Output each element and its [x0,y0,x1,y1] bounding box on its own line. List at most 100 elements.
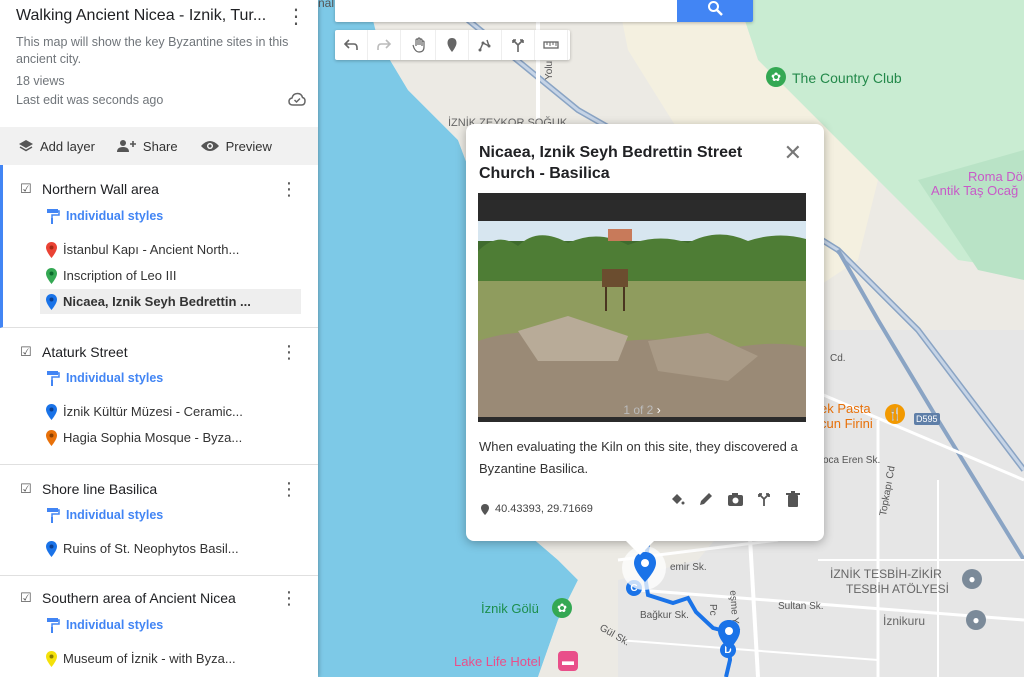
info-window: Nicaea, Iznik Seyh Bedrettin Street Chur… [466,124,824,555]
undo-button[interactable] [335,30,368,60]
map-label-country-club[interactable]: The Country Club [792,70,902,86]
list-item[interactable]: Museum of İznik - with Byza... [40,646,301,671]
street-label-4: emir Sk. [670,562,707,573]
search-box[interactable] [335,0,753,22]
delete-trash-icon[interactable] [784,490,802,508]
list-item-label: Hagia Sophia Mosque - Byza... [63,430,243,445]
paint-roller-icon [47,618,60,633]
highway-shield-label: D595 [916,414,938,424]
layer-options-icon[interactable]: ⋮ [280,588,298,609]
list-item-selected[interactable]: Nicaea, Iznik Seyh Bedrettin ... [40,289,301,314]
measure-button[interactable] [535,30,568,60]
street-label-5: Sultan Sk. [778,601,824,612]
blue-pin-icon [46,403,57,420]
map-label-pasta-2: cun Firini [820,416,873,431]
add-marker-button[interactable] [436,30,469,60]
map-views: 18 views [16,74,65,88]
place-photo[interactable]: 1 of 2 › [478,193,806,422]
park-icon[interactable]: ✿ [766,67,786,87]
list-item-label: Inscription of Leo III [63,268,177,283]
list-item-label: İznik Kültür Müzesi - Ceramic... [63,404,243,419]
chevron-right-icon[interactable]: › [657,403,661,417]
edit-pencil-icon[interactable] [697,490,715,508]
layers-icon [19,140,33,152]
search-button[interactable] [677,0,753,22]
hotel-icon[interactable]: ▬ [558,651,578,671]
camera-icon[interactable] [726,490,744,508]
add-person-icon [116,140,136,152]
preview-button[interactable]: Preview [200,139,272,154]
directions-icon [512,39,524,52]
map-pin-icon[interactable] [718,620,740,655]
map-title[interactable]: Walking Ancient Nicea - Iznik, Tur... [16,7,281,25]
layer-options-icon[interactable]: ⋮ [280,179,298,200]
share-button[interactable]: Share [116,138,178,154]
map-toolbar [335,30,570,60]
more-options-icon[interactable]: ⋮ [286,4,306,29]
list-item-label: Nicaea, Iznik Seyh Bedrettin ... [63,294,251,309]
layer-header[interactable]: ☑ Northern Wall area [20,181,159,197]
info-window-description: When evaluating the Kiln on this site, t… [479,439,798,476]
pan-hand-button[interactable] [403,30,436,60]
selected-map-pin-icon[interactable] [634,552,656,587]
street-label-2: oca Eren Sk. [823,455,881,466]
share-label: Share [142,138,178,154]
park-icon[interactable]: ✿ [552,598,572,618]
styles-label: Individual styles [66,508,164,522]
layer-name: Northern Wall area [42,181,159,197]
map-label-roma-1: Roma Dönem [968,169,1024,184]
individual-styles-link[interactable]: Individual styles [46,208,163,224]
layer-northern-wall: ☑ Northern Wall area ⋮ Individual styles… [0,165,318,328]
styles-label: Individual styles [66,209,164,223]
layer-header[interactable]: ☑ Shore line Basilica [20,481,157,497]
individual-styles-link[interactable]: Individual styles [46,617,163,633]
orange-pin-icon [46,429,57,446]
individual-styles-link[interactable]: Individual styles [46,370,163,386]
layer-options-icon[interactable]: ⋮ [280,479,298,500]
list-item[interactable]: İstanbul Kapı - Ancient North... [40,237,301,262]
paint-roller-icon [47,508,60,523]
map-canvas[interactable]: nal Oğulları ✿ The Country Club İZNİK ZE… [318,0,1024,677]
draw-line-button[interactable] [469,30,502,60]
paint-bucket-icon[interactable] [668,490,686,508]
place-icon[interactable]: ● [962,569,982,589]
map-label-tesbih-2: TESBİH ATÖLYESİ [846,582,949,596]
info-window-actions [668,490,802,508]
list-item[interactable]: Ruins of St. Neophytos Basil... [40,536,301,561]
place-icon[interactable]: ● [966,610,986,630]
location-pin-icon [481,503,489,515]
blue-pin-icon [46,293,57,310]
layer-header[interactable]: ☑ Southern area of Ancient Nicea [20,590,236,606]
map-description[interactable]: This map will show the key Byzantine sit… [16,34,301,68]
restaurant-icon[interactable]: 🍴 [885,404,905,424]
cloud-saved-icon [288,92,306,111]
individual-styles-link[interactable]: Individual styles [46,507,163,523]
directions-button[interactable] [502,30,535,60]
layer-checkbox[interactable]: ☑ [20,591,34,605]
redo-button[interactable] [368,30,401,60]
directions-icon[interactable] [755,490,773,508]
photo-counter[interactable]: 1 of 2 › [478,403,806,417]
add-layer-button[interactable]: Add layer [18,139,95,154]
layer-name: Southern area of Ancient Nicea [42,590,236,606]
photo-counter-text: 1 of 2 [623,403,654,417]
hand-icon [412,37,425,53]
layer-checkbox[interactable]: ☑ [20,482,34,496]
close-icon[interactable]: ✕ [784,140,802,166]
red-pin-icon [46,241,57,258]
list-item[interactable]: İznik Kültür Müzesi - Ceramic... [40,399,301,424]
list-item[interactable]: Inscription of Leo III [40,263,301,288]
layer-header[interactable]: ☑ Ataturk Street [20,344,128,360]
preview-label: Preview [225,138,272,154]
layer-options-icon[interactable]: ⋮ [280,342,298,363]
layer-checkbox[interactable]: ☑ [20,345,34,359]
list-item[interactable]: Hagia Sophia Mosque - Byza... [40,425,301,450]
search-icon [708,1,723,16]
layer-name: Shore line Basilica [42,481,158,497]
list-item-label: Museum of İznik - with Byza... [63,651,236,666]
layer-checkbox[interactable]: ☑ [20,182,34,196]
map-label-tesbih-1: İZNİK TESBİH-ZİKİR [830,567,942,581]
paint-roller-icon [47,209,60,224]
map-label-lake-life[interactable]: Lake Life Hotel [454,654,541,669]
list-item-label: Ruins of St. Neophytos Basil... [63,541,239,556]
